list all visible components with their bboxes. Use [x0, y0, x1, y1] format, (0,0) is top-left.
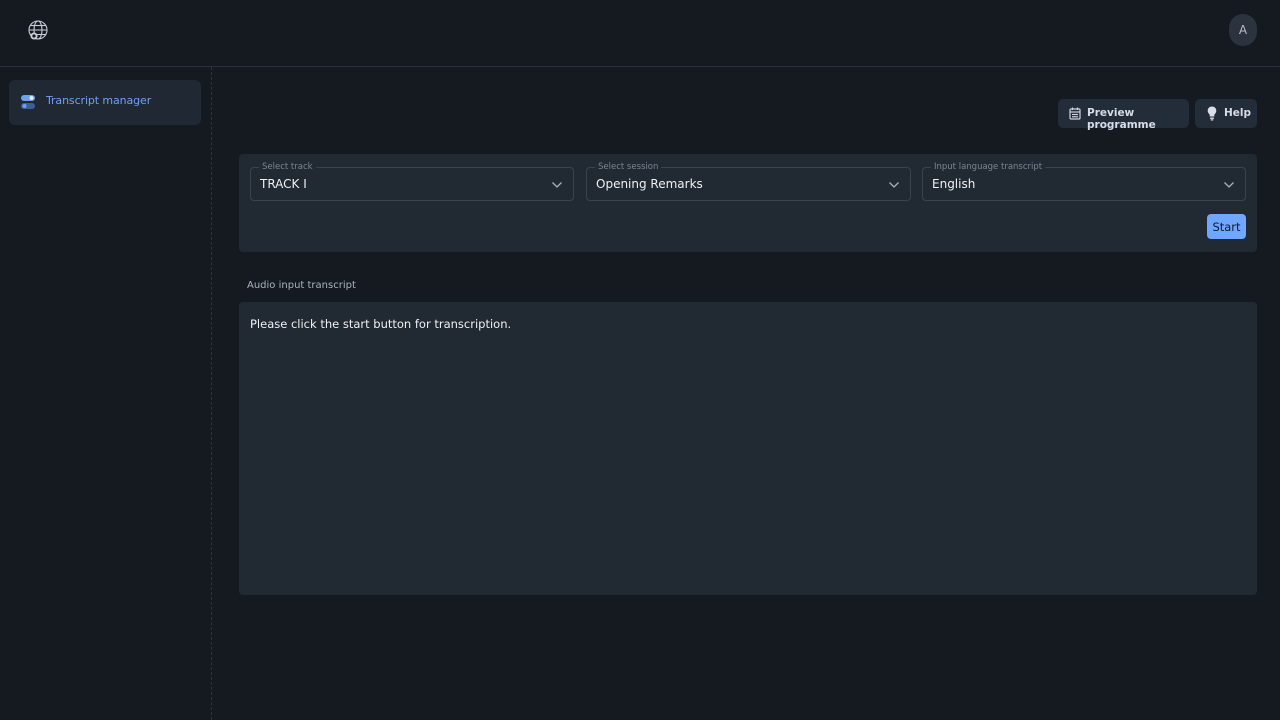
- transcript-controls-panel: Select track TRACK I Select session Open…: [239, 154, 1257, 252]
- help-label: Help: [1224, 107, 1252, 119]
- top-bar: A: [0, 0, 1280, 67]
- language-select-value: English: [932, 177, 976, 191]
- preview-programme-label: Preview programme: [1087, 107, 1156, 131]
- transcript-output-area[interactable]: Please click the start button for transc…: [239, 302, 1257, 595]
- sidebar-item-transcript-manager[interactable]: Transcript manager: [9, 80, 201, 125]
- toggle-icon: [20, 94, 36, 110]
- transcript-section-label: Audio input transcript: [247, 280, 356, 291]
- chevron-down-icon: [889, 182, 899, 188]
- globe-network-icon[interactable]: [26, 18, 50, 42]
- session-select-legend: Select session: [595, 161, 662, 173]
- avatar[interactable]: A: [1229, 14, 1257, 46]
- language-select-legend: Input language transcript: [931, 161, 1046, 173]
- start-button[interactable]: Start: [1207, 214, 1246, 239]
- chevron-down-icon: [552, 182, 562, 188]
- avatar-initial: A: [1238, 23, 1248, 37]
- transcript-text: Please click the start button for transc…: [250, 317, 512, 331]
- session-select-value: Opening Remarks: [596, 177, 703, 191]
- help-button[interactable]: Help: [1195, 99, 1257, 128]
- sidebar-item-label: Transcript manager: [46, 94, 152, 107]
- track-select-legend: Select track: [259, 161, 316, 173]
- session-select[interactable]: Select session Opening Remarks: [586, 161, 911, 201]
- track-select[interactable]: Select track TRACK I: [250, 161, 574, 201]
- calendar-icon: [1069, 107, 1081, 120]
- sidebar: Transcript manager: [0, 67, 212, 720]
- preview-programme-button[interactable]: Preview programme: [1058, 99, 1189, 131]
- track-select-value: TRACK I: [260, 177, 307, 191]
- lightbulb-icon: [1207, 106, 1217, 121]
- chevron-down-icon: [1224, 182, 1234, 188]
- language-select[interactable]: Input language transcript English: [922, 161, 1246, 201]
